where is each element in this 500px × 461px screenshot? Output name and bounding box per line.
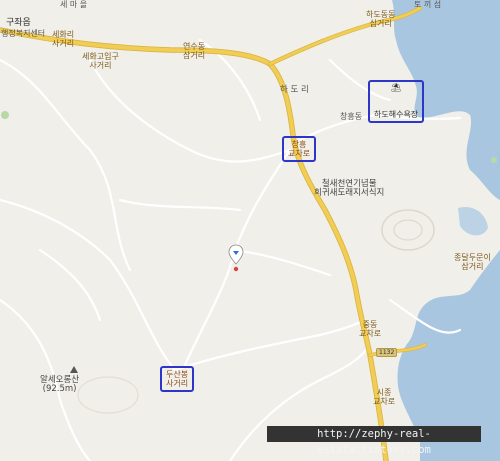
hadodongdong-crossroad-label: 하도동동 삼거리 (366, 10, 396, 28)
route-shield-1132: 1132 (376, 348, 398, 357)
green-spot (1, 111, 9, 119)
sijong-intersection-label: 시종 교차로 (373, 388, 396, 406)
changheung-intersection-label[interactable]: 창흥 교차로 (282, 136, 317, 162)
location-pin-icon[interactable] (228, 244, 244, 274)
welfare-center-label: 행정복지센터 (1, 29, 46, 38)
jungdong-intersection-label: 중동 교차로 (359, 320, 382, 338)
tokki-seom-label: 토 끼 섬 (414, 0, 442, 9)
jongdal-crossroad-label: 종달두문이 삼거리 (454, 253, 491, 271)
beach-icon: ⛱ (391, 83, 402, 92)
map-canvas[interactable]: 구좌읍 행정복지센터 세 마 을 세화리 사거리 세화고입구 사거리 연수동 삼… (0, 0, 500, 461)
mountain-peak-icon (70, 366, 78, 373)
sehwa-high-crossroad-label: 세화고입구 사거리 (82, 52, 119, 70)
albaeoreum-label: 알세오롱산 (92.5m) (40, 375, 80, 394)
dusanbong-crossroad-label[interactable]: 두산봉 사거리 (160, 366, 195, 392)
green-spot (491, 157, 497, 163)
hado-beach-label[interactable]: ⛱ 하도해수욕장 (368, 80, 425, 123)
yeonsudong-crossroad-label: 연수동 삼거리 (183, 42, 206, 60)
sehwa-ri-crossroad-label: 세화리 사거리 (52, 30, 75, 48)
changheungdong-label: 창흥동 (340, 112, 363, 121)
top-village-label: 세 마 을 (60, 0, 88, 9)
bird-sanctuary-label: 철새천연기념물 희귀새도래지서식지 (314, 179, 385, 198)
gujwa-eup-label: 구좌읍 (6, 18, 31, 28)
hadori-label: 하 도 리 (280, 85, 309, 95)
watermark-url: http://zephy-real-estate.tistory.com (267, 426, 481, 456)
